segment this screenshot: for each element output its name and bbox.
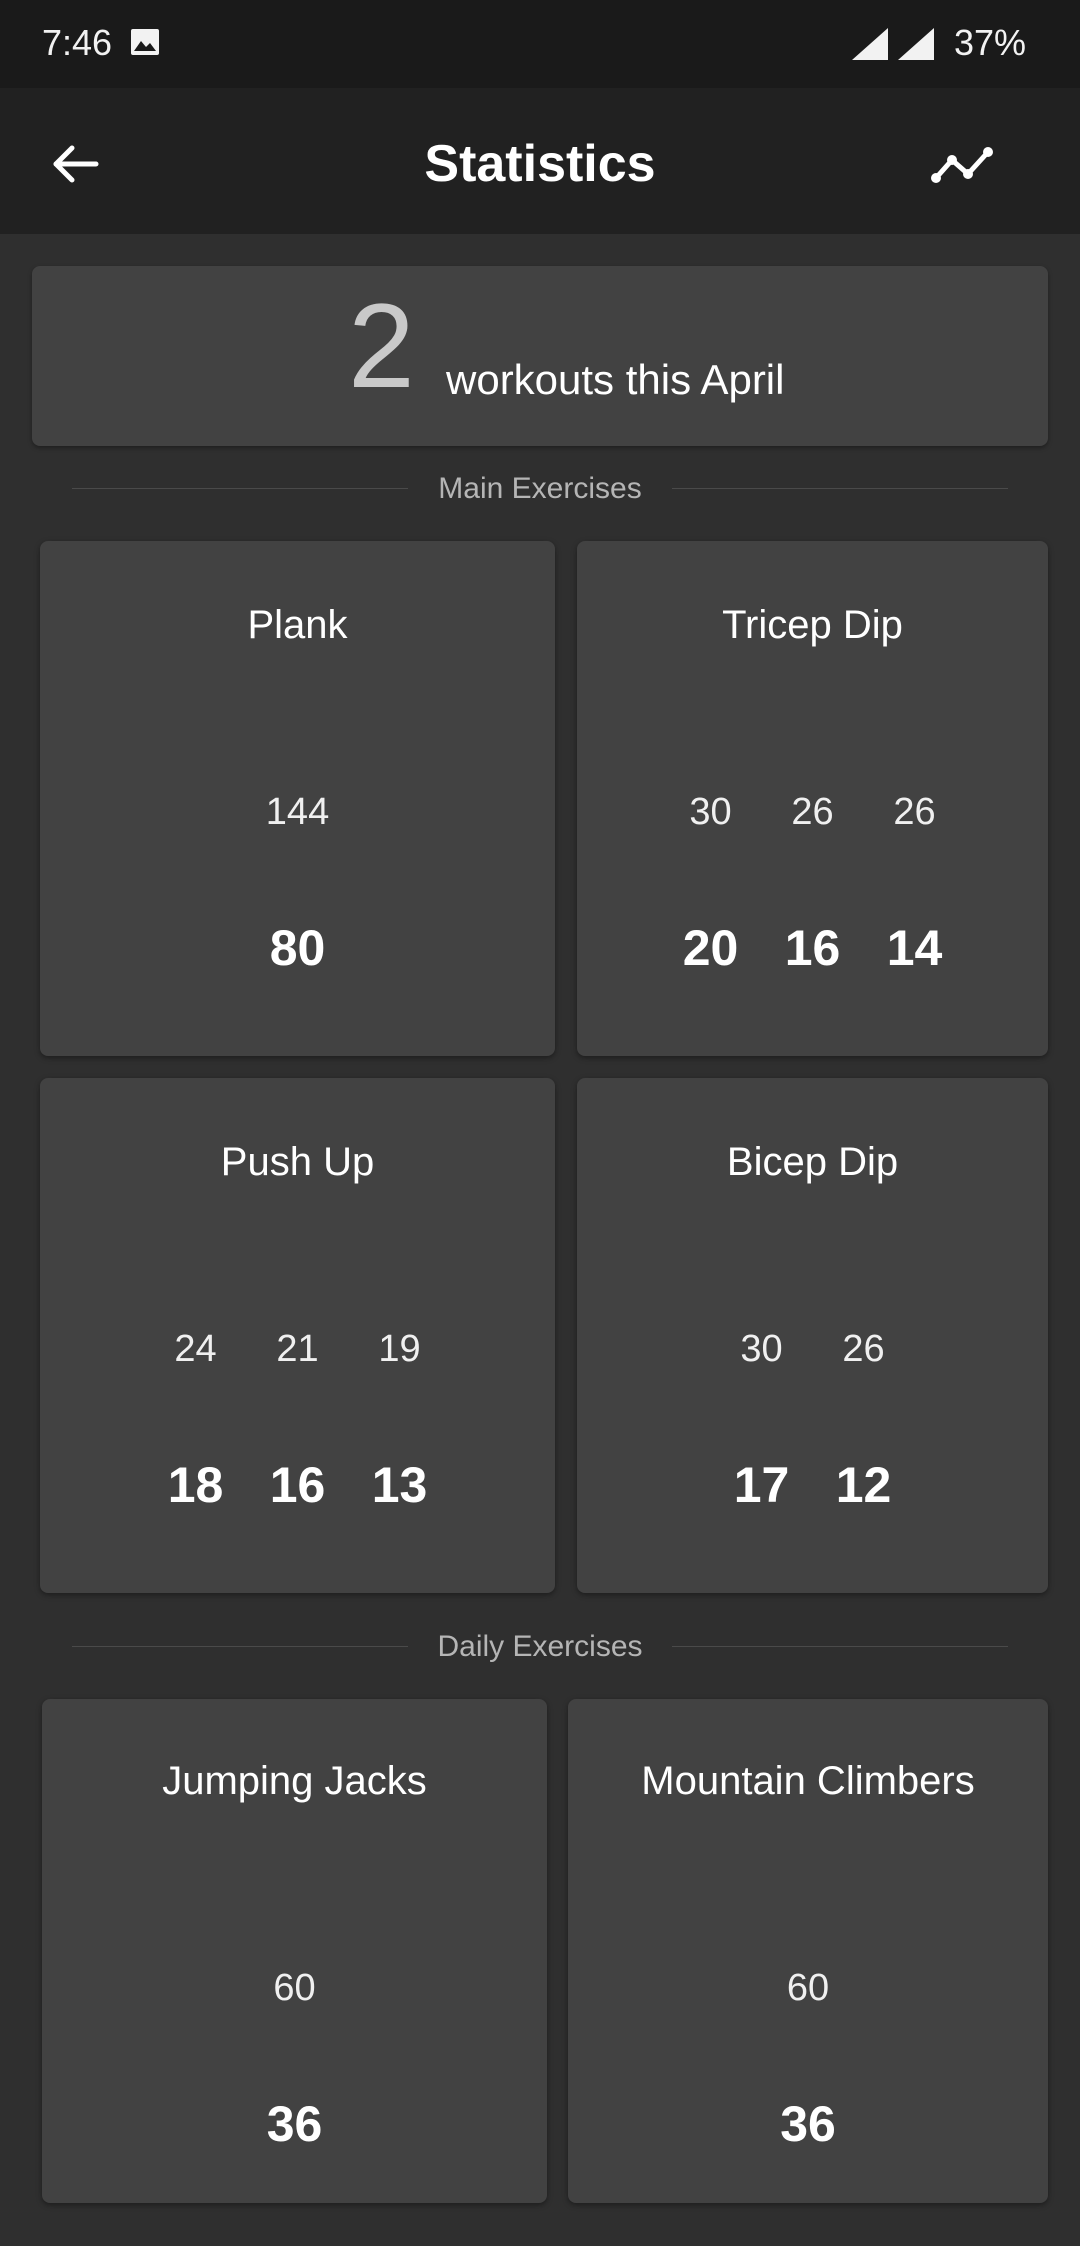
current-value: 17 bbox=[733, 1457, 790, 1513]
page-title: Statistics bbox=[424, 135, 656, 193]
exercise-name: Jumping Jacks bbox=[162, 1759, 427, 1803]
previous-values: 24 21 19 bbox=[40, 1328, 555, 1371]
previous-value: 24 bbox=[174, 1328, 217, 1370]
exercise-name: Mountain Climbers bbox=[641, 1759, 975, 1803]
current-value: 12 bbox=[835, 1457, 892, 1513]
previous-value: 144 bbox=[265, 791, 330, 833]
signal-icon bbox=[852, 28, 888, 60]
previous-value: 60 bbox=[273, 1967, 316, 2009]
trend-button[interactable] bbox=[926, 130, 1006, 200]
workout-summary-text: workouts this April bbox=[446, 356, 785, 403]
divider-line bbox=[672, 1646, 1008, 1647]
exercise-card-plank[interactable]: Plank 144 80 bbox=[40, 541, 555, 1056]
trend-line-icon bbox=[931, 147, 993, 183]
image-icon bbox=[131, 29, 159, 55]
previous-value: 26 bbox=[842, 1328, 885, 1370]
exercise-card-tricep-dip[interactable]: Tricep Dip 30 26 26 20 16 14 bbox=[577, 541, 1048, 1056]
current-value: 16 bbox=[784, 920, 841, 976]
status-time: 7:46 bbox=[42, 22, 113, 63]
divider-line bbox=[672, 488, 1008, 489]
main-exercises-heading: Main Exercises bbox=[438, 472, 642, 505]
previous-value: 26 bbox=[893, 791, 936, 833]
previous-value: 19 bbox=[378, 1328, 421, 1370]
exercise-card-mountain-climbers[interactable]: Mountain Climbers 60 36 bbox=[568, 1699, 1048, 2203]
current-value: 18 bbox=[167, 1457, 224, 1513]
previous-values: 30 26 bbox=[577, 1328, 1048, 1371]
daily-exercises-heading: Daily Exercises bbox=[437, 1630, 643, 1663]
previous-values: 144 bbox=[40, 791, 555, 834]
current-values: 36 bbox=[568, 2095, 1048, 2153]
previous-value: 30 bbox=[740, 1328, 783, 1370]
current-value: 13 bbox=[371, 1457, 428, 1513]
current-value: 20 bbox=[682, 920, 739, 976]
current-values: 18 16 13 bbox=[40, 1456, 555, 1514]
current-values: 20 16 14 bbox=[577, 919, 1048, 977]
previous-values: 30 26 26 bbox=[577, 791, 1048, 834]
current-value: 16 bbox=[269, 1457, 326, 1513]
current-value: 36 bbox=[780, 2096, 836, 2152]
exercise-card-jumping-jacks[interactable]: Jumping Jacks 60 36 bbox=[42, 1699, 547, 2203]
current-value: 36 bbox=[266, 2096, 323, 2152]
status-bar: 7:46 37% bbox=[0, 0, 1080, 88]
previous-value: 21 bbox=[276, 1328, 319, 1370]
workout-count: 2 bbox=[348, 279, 415, 413]
current-value: 80 bbox=[269, 920, 326, 976]
current-values: 36 bbox=[42, 2095, 547, 2153]
exercise-card-push-up[interactable]: Push Up 24 21 19 18 16 13 bbox=[40, 1078, 555, 1593]
exercise-name: Plank bbox=[247, 603, 348, 647]
previous-value: 26 bbox=[791, 791, 834, 833]
exercise-name: Bicep Dip bbox=[726, 1140, 899, 1184]
exercise-name: Push Up bbox=[220, 1140, 375, 1184]
main-exercises-divider: Main Exercises bbox=[72, 468, 1008, 508]
previous-value: 60 bbox=[786, 1967, 830, 2009]
current-values: 17 12 bbox=[577, 1456, 1048, 1514]
workout-summary-card: 2 workouts this April bbox=[32, 266, 1048, 446]
exercise-name: Tricep Dip bbox=[722, 603, 903, 647]
current-values: 80 bbox=[40, 919, 555, 977]
exercise-card-bicep-dip[interactable]: Bicep Dip 30 26 17 12 bbox=[577, 1078, 1048, 1593]
previous-values: 60 bbox=[42, 1967, 547, 2010]
daily-exercises-divider: Daily Exercises bbox=[72, 1626, 1008, 1666]
previous-value: 30 bbox=[689, 791, 732, 833]
signal-icon bbox=[898, 28, 934, 60]
current-value: 14 bbox=[886, 920, 943, 976]
previous-values: 60 bbox=[568, 1967, 1048, 2010]
battery-level: 37% bbox=[954, 22, 1027, 63]
app-bar: Statistics bbox=[0, 88, 1080, 234]
